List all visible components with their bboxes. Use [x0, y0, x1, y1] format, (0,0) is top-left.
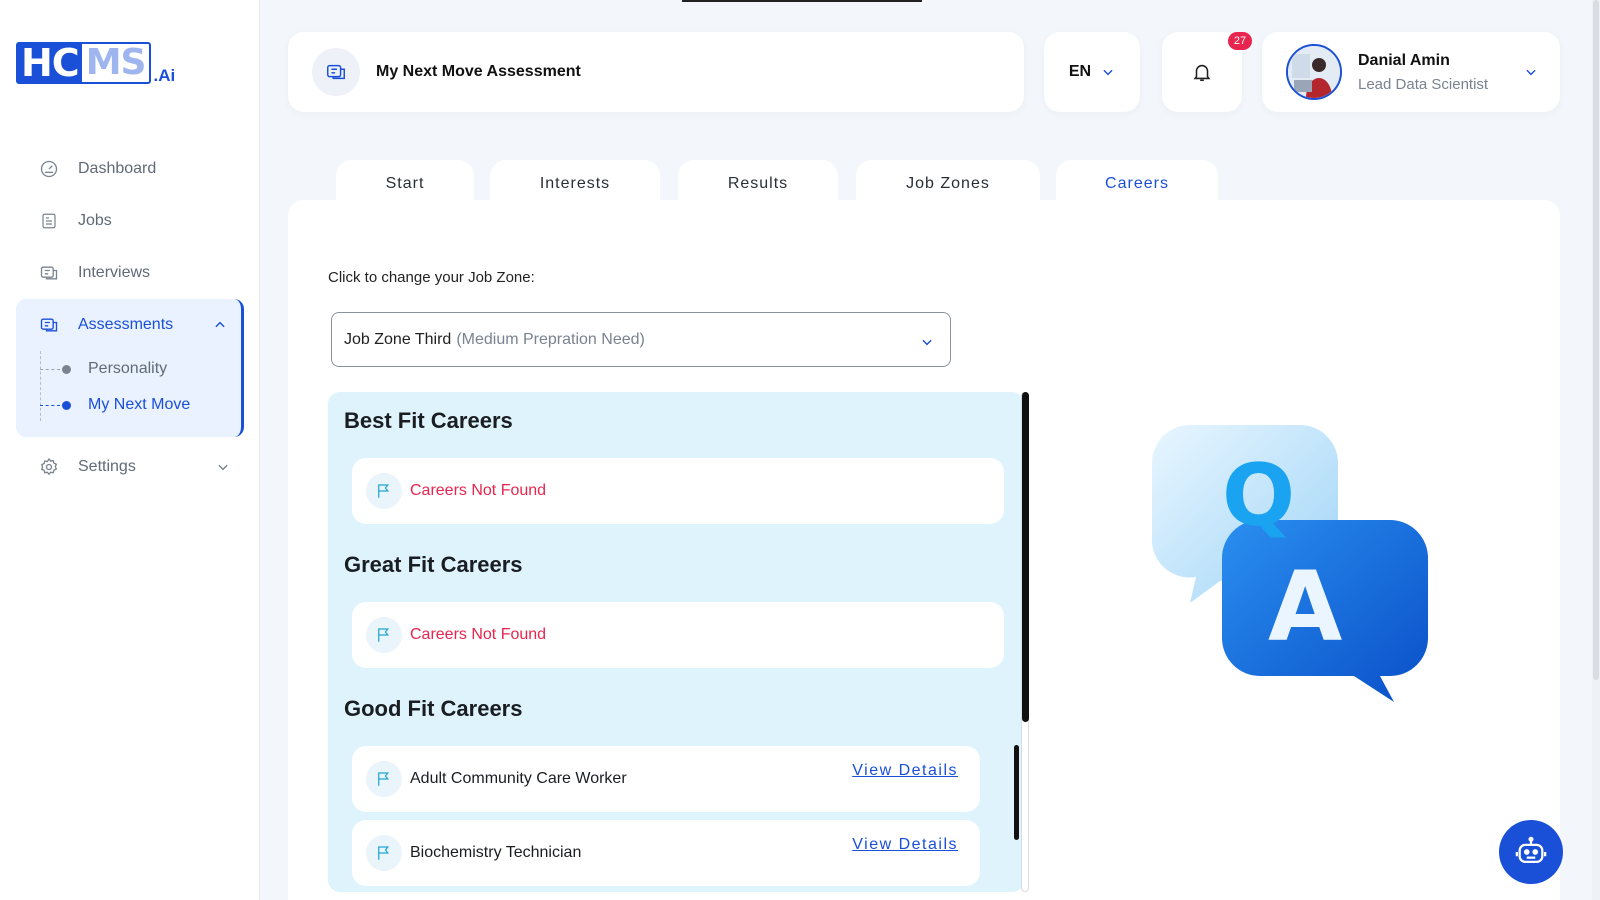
chevron-down-icon[interactable] [1524, 65, 1538, 79]
list-item: Biochemistry Technician View Details [352, 820, 980, 886]
sidebar-item-label: Settings [78, 458, 136, 475]
flag-icon [366, 617, 402, 653]
flag-icon [366, 761, 402, 797]
logo-hc: HC [18, 43, 82, 83]
sidebar-item-interviews[interactable]: Interviews [16, 247, 244, 299]
job-zone-select[interactable]: Job Zone Third (Medium Prepration Need) [331, 312, 951, 367]
view-details-link[interactable]: View Details [852, 762, 958, 780]
list-item: Careers Not Found [352, 602, 1004, 668]
list-item: Careers Not Found [352, 458, 1004, 524]
chevron-down-icon [922, 339, 932, 346]
sidebar-nav: Dashboard Jobs Interviews Assessments Pe… [16, 143, 244, 493]
robot-icon [1515, 836, 1547, 864]
language-selector[interactable]: EN [1044, 32, 1140, 112]
sidebar-item-jobs[interactable]: Jobs [16, 195, 244, 247]
logo[interactable]: HC MS .Ai [16, 42, 176, 85]
list-scrollbar-thumb[interactable] [1022, 392, 1029, 722]
avatar [1286, 44, 1342, 100]
good-fit-title: Good Fit Careers [344, 696, 523, 721]
chevron-down-icon [1103, 69, 1113, 76]
page-scrollbar-thumb[interactable] [1593, 0, 1599, 680]
svg-text:Q: Q [1222, 446, 1295, 546]
bullet-dot [62, 364, 71, 374]
logo-ai: .Ai [153, 66, 176, 85]
language-label: EN [1068, 63, 1092, 80]
gear-icon [38, 456, 60, 478]
job-zone-label: Click to change your Job Zone: [328, 269, 535, 286]
assessments-icon [38, 314, 60, 336]
great-fit-title: Great Fit Careers [344, 552, 523, 577]
career-name: Biochemistry Technician [410, 844, 582, 861]
sidebar-item-assessments[interactable]: Assessments [16, 299, 241, 351]
chevron-up-icon[interactable] [213, 318, 227, 332]
view-details-link[interactable]: View Details [852, 836, 958, 854]
inner-scrollbar-thumb[interactable] [1014, 745, 1019, 840]
user-menu[interactable]: Danial Amin Lead Data Scientist [1262, 32, 1560, 112]
logo-ms: MS [85, 42, 147, 83]
sidebar-item-dashboard[interactable]: Dashboard [16, 143, 244, 195]
svg-text:A: A [1268, 551, 1342, 663]
sidebar: HC MS .Ai Dashboard Jobs Interviews Asse… [0, 0, 260, 900]
bell-icon [1193, 64, 1211, 82]
best-fit-title: Best Fit Careers [344, 408, 513, 433]
tab-job-zones[interactable]: Job Zones [856, 160, 1040, 204]
tab-results[interactable]: Results [678, 160, 838, 204]
job-zone-value: Job Zone Third [344, 330, 452, 348]
chevron-down-icon[interactable] [216, 460, 230, 474]
sidebar-item-label: Dashboard [78, 160, 157, 177]
careers-not-found: Careers Not Found [410, 482, 547, 499]
sidebar-item-label: Interviews [78, 264, 151, 281]
list-item: Adult Community Care Worker View Details [352, 746, 980, 812]
tab-start[interactable]: Start [336, 160, 474, 204]
chatbot-button[interactable] [1499, 820, 1563, 884]
gauge-icon [38, 158, 60, 180]
bullet-dot [62, 400, 71, 410]
careers-not-found: Careers Not Found [410, 626, 547, 643]
sidebar-item-label: Jobs [78, 212, 112, 229]
job-zone-note: (Medium Prepration Need) [456, 330, 645, 348]
sidebar-item-settings[interactable]: Settings [16, 441, 244, 493]
sidebar-subitem-my-next-move[interactable]: My Next Move [16, 387, 241, 423]
notification-badge: 27 [1228, 32, 1252, 50]
user-name: Danial Amin [1358, 51, 1450, 69]
sidebar-item-label: Assessments [78, 316, 174, 333]
flag-icon [366, 835, 402, 871]
qa-illustration: Q A [1150, 425, 1430, 710]
sidebar-subitem-label: Personality [88, 360, 168, 377]
jobs-icon [38, 210, 60, 232]
career-name: Adult Community Care Worker [410, 770, 627, 787]
interviews-icon [38, 262, 60, 284]
top-progress-line [682, 0, 922, 2]
page-title-card: My Next Move Assessment [288, 32, 1024, 112]
user-role: Lead Data Scientist [1358, 75, 1489, 93]
sidebar-subitem-personality[interactable]: Personality [16, 351, 241, 387]
careers-list[interactable]: Best Fit Careers Careers Not Found Great… [328, 392, 1024, 892]
flag-icon [366, 473, 402, 509]
tab-interests[interactable]: Interests [490, 160, 660, 204]
page-title: My Next Move Assessment [376, 63, 581, 80]
sidebar-subitem-label: My Next Move [88, 396, 191, 413]
tab-careers[interactable]: Careers [1056, 160, 1218, 204]
sidebar-group-assessments: Assessments Personality My Next Move [16, 299, 244, 437]
assessment-icon [312, 48, 360, 96]
